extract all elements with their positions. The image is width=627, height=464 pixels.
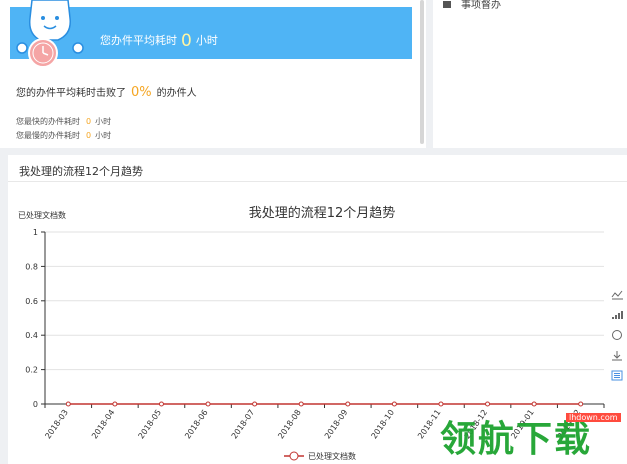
fastest-time-value: 0: [86, 117, 92, 126]
legend-label: 已处理文档数: [308, 451, 356, 461]
restore-icon[interactable]: [612, 330, 622, 340]
x-tick-label: 2018-09: [323, 408, 350, 441]
data-point[interactable]: [391, 401, 397, 407]
slowest-time-label: 您最慢的办件耗时: [16, 131, 80, 140]
beat-rate-value: 0%: [131, 85, 152, 100]
download-icon[interactable]: [612, 351, 622, 361]
y-tick-label: 0: [33, 400, 38, 409]
avg-time-label: 您办件平均耗时: [100, 34, 177, 47]
x-tick-label: 2018-04: [90, 408, 117, 441]
chart-title: 我处理的流程12个月趋势: [249, 205, 396, 221]
y-tick-label: 0.8: [25, 262, 38, 271]
folder-icon: [443, 1, 451, 8]
slowest-time-unit: 小时: [95, 131, 112, 140]
data-point[interactable]: [158, 401, 164, 407]
data-point[interactable]: [65, 401, 71, 407]
bar-glyph: [615, 315, 617, 319]
x-tick-label: 2018-11: [416, 408, 443, 441]
beat-rate-suffix: 的办件人: [156, 88, 197, 99]
avg-time-text: 您办件平均耗时 0 小时: [100, 31, 218, 51]
data-point[interactable]: [298, 401, 304, 407]
bar-glyph: [618, 313, 620, 319]
x-tick-label: 2018-07: [230, 408, 257, 441]
bar-glyph: [612, 317, 614, 319]
avg-time-unit: 小时: [195, 34, 218, 47]
mascot-clock-icon: [16, 0, 84, 68]
data-point[interactable]: [531, 401, 537, 407]
x-tick-label: 2018-05: [137, 408, 164, 441]
data-view-icon[interactable]: [611, 370, 623, 381]
slowest-time-value: 0: [86, 131, 92, 140]
beat-rate-line: 您的办件平均耗时击败了 0% 的办件人: [16, 84, 197, 100]
todo-label: 事项督办: [461, 0, 501, 11]
data-point[interactable]: [345, 401, 351, 407]
restore-glyph: [612, 330, 622, 340]
y-tick-label: 0.2: [25, 366, 38, 375]
fastest-time-unit: 小时: [95, 117, 112, 126]
fastest-time-line: 您最快的办件耗时 0 小时: [16, 116, 111, 127]
legend-item[interactable]: 已处理文档数: [284, 451, 356, 461]
data-point[interactable]: [252, 401, 258, 407]
stats-scrollbar[interactable]: [420, 0, 424, 144]
beat-rate-label: 您的办件平均耗时击败了: [16, 88, 126, 99]
slowest-time-line: 您最慢的办件耗时 0 小时: [16, 130, 111, 141]
y-tick-label: 0.6: [25, 297, 38, 306]
x-tick-label: 2018-10: [369, 408, 396, 441]
fastest-time-label: 您最快的办件耗时: [16, 117, 80, 126]
legend-marker: [289, 451, 299, 461]
data-point[interactable]: [485, 401, 491, 407]
data-point[interactable]: [438, 401, 444, 407]
watermark-site: lhdown.com: [566, 413, 621, 422]
bar-glyph: [621, 311, 623, 319]
y-axis-label: 已处理文档数: [18, 210, 66, 220]
x-tick-label: 2018-03: [43, 408, 70, 441]
avg-time-value: 0: [181, 31, 192, 51]
y-tick-label: 1: [33, 228, 38, 237]
todo-item[interactable]: 事项督办: [443, 0, 501, 11]
line-chart-icon[interactable]: [611, 290, 623, 300]
todo-card: 事项督办: [433, 0, 627, 148]
stats-card: 您办件平均耗时 0 小时 您的办件平均耗时击败了 0% 的办件人 您最快的办件耗时 0 小时…: [0, 0, 426, 148]
y-tick-label: 0.4: [25, 331, 38, 340]
line-chart-glyph: [611, 290, 623, 298]
data-point[interactable]: [578, 401, 584, 407]
data-point[interactable]: [112, 401, 118, 407]
data-point[interactable]: [205, 401, 211, 407]
x-tick-label: 2018-08: [276, 408, 303, 441]
bar-chart-icon[interactable]: [612, 311, 623, 319]
x-tick-label: 2018-06: [183, 408, 210, 441]
